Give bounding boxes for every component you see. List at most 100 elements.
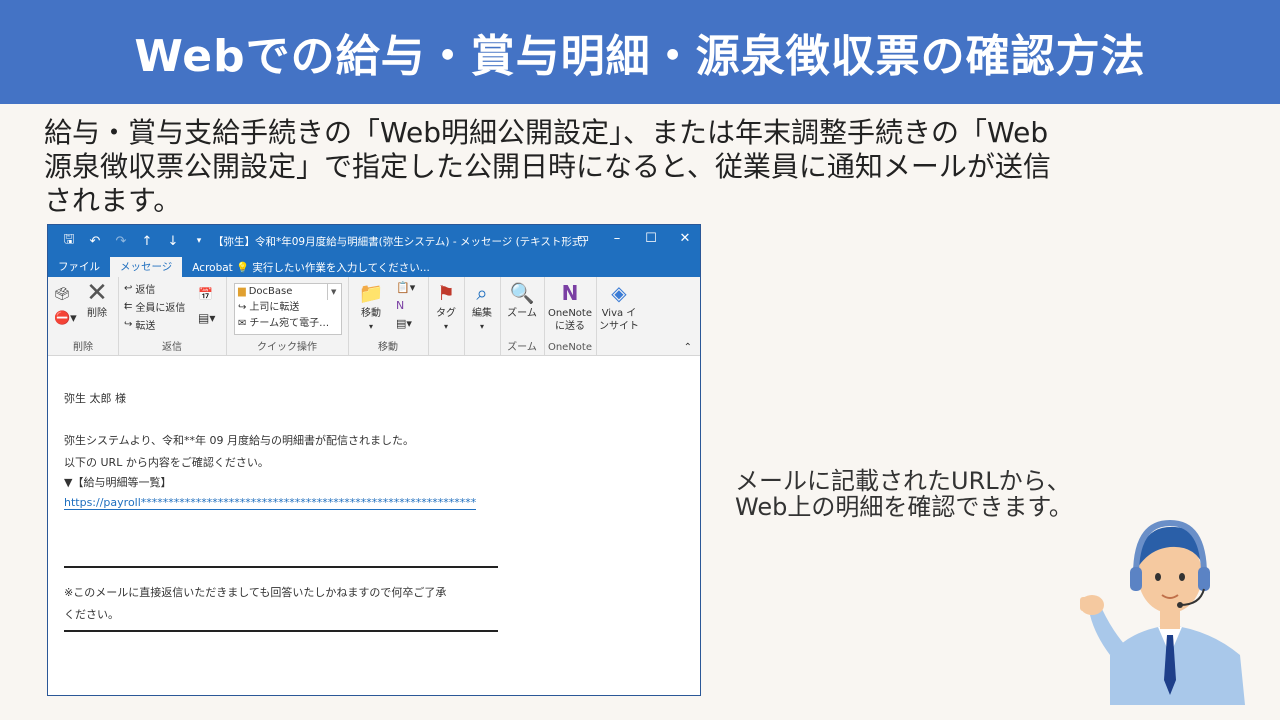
forward-label: 転送 <box>135 321 156 332</box>
delete-label: 削除 <box>87 308 107 319</box>
reply-all-label: 全員に返信 <box>135 303 186 314</box>
tags-group: ⚑ タグ ▾ <box>428 277 465 355</box>
editing-label: 編集 <box>472 308 492 319</box>
message-body: 弥生 太郎 様 弥生システムより、令和**年 09 月度給与の明細書が配信されま… <box>48 356 700 695</box>
onenote-label: OneNote <box>547 308 593 319</box>
send-to-onenote-button[interactable]: N OneNote に送る <box>546 281 594 333</box>
intro-line: されます。 <box>44 184 182 217</box>
viva-label: Viva イ <box>601 308 637 319</box>
reply-all-button[interactable]: ⇇ 全員に返信 <box>124 299 185 314</box>
close-icon[interactable]: ✕ <box>678 231 692 246</box>
zoom-group: 🔍 ズーム ズーム <box>500 277 545 355</box>
quick-step-label: チーム宛て電子… <box>249 318 330 329</box>
more-respond-icon[interactable]: ▤▾ <box>198 311 215 325</box>
delete-icon: ✕ <box>86 278 108 308</box>
folder-icon: ▆ <box>238 286 246 297</box>
collapse-ribbon-icon[interactable]: ⌃ <box>684 342 692 353</box>
url-text: https://payroll*************************… <box>64 496 477 510</box>
quick-step-label: DocBase <box>248 286 293 297</box>
viva-insights-icon: ◈ <box>611 281 627 305</box>
quick-step-forward-boss[interactable]: ↪ 上司に転送 <box>235 300 341 316</box>
delete-button[interactable]: ✕ 削除 <box>80 278 114 320</box>
lightbulb-icon: 💡 <box>236 262 250 274</box>
reply-button[interactable]: ↩ 返信 <box>124 281 155 296</box>
viva-label: ンサイト <box>599 321 639 332</box>
notice-line: ください。 <box>64 608 119 621</box>
zoom-icon: 🔍 <box>509 281 535 305</box>
onenote-group: N OneNote に送る OneNote <box>544 277 597 355</box>
quick-steps-gallery: ▆DocBase ↪上司に転送 ✉チーム宛て電子… ▲▼▾ <box>234 283 342 335</box>
tab-file[interactable]: ファイル <box>48 257 110 277</box>
reply-icon: ↩ <box>124 283 133 294</box>
message-line: 以下の URL から内容をご確認ください。 <box>64 456 269 469</box>
email-icon: ✉ <box>238 318 247 329</box>
forward-icon: ↪ <box>124 319 133 330</box>
maximize-icon[interactable]: ☐ <box>644 231 658 246</box>
zoom-button[interactable]: 🔍 ズーム <box>504 281 540 320</box>
find-icon: ⌕ <box>476 281 488 305</box>
intro-text: 給与・賞与支給手続きの「Web明細公開設定」、または年末調整手続きの「Web 源… <box>44 116 1224 218</box>
group-label: OneNote <box>547 342 593 353</box>
quick-step-label: 上司に転送 <box>249 302 300 313</box>
divider <box>64 630 498 632</box>
viva-insights-button[interactable]: ◈ Viva イ ンサイト <box>598 281 640 333</box>
forward-button[interactable]: ↪ 転送 <box>124 317 155 332</box>
rules-icon[interactable]: 📋▾ <box>396 281 415 294</box>
viva-group: ◈ Viva イ ンサイト <box>596 277 642 355</box>
group-label: ズーム <box>507 342 537 353</box>
ribbon-display-icon[interactable]: ▭ <box>576 231 590 246</box>
outlook-message-window: 🖫 ↶ ↷ ↑ ↓ ▾ 【弥生】令和*年09月度給与明細書(弥生システム) - … <box>47 224 701 696</box>
group-label: 削除 <box>73 342 93 353</box>
caption-line: Web上の明細を確認できます。 <box>735 493 1073 521</box>
onenote-small-icon[interactable]: N <box>396 299 404 312</box>
customize-icon[interactable]: ▾ <box>192 236 206 246</box>
reply-label: 返信 <box>135 285 156 296</box>
quick-step-docbase[interactable]: ▆ DocBase <box>235 284 341 300</box>
payroll-url-link[interactable]: https://payroll*************************… <box>64 496 477 510</box>
gallery-scrollbar[interactable]: ▲▼▾ <box>327 284 341 300</box>
tab-acrobat[interactable]: Acrobat <box>182 260 243 277</box>
up-arrow-icon[interactable]: ↑ <box>140 234 154 249</box>
intro-line: 給与・賞与支給手続きの「Web明細公開設定」、または年末調整手続きの「Web <box>44 116 1049 149</box>
caption: メールに記載されたURLから、 Web上の明細を確認できます。 <box>735 468 1073 520</box>
editing-button[interactable]: ⌕ 編集 ▾ <box>466 281 498 333</box>
quick-steps-group: ▆DocBase ↪上司に転送 ✉チーム宛て電子… ▲▼▾ クイック操作 <box>226 277 349 355</box>
salutation: 弥生 太郎 様 <box>64 392 126 405</box>
tell-me-search[interactable]: 💡 実行したい作業を入力してください... <box>236 260 430 275</box>
caption-line: メールに記載されたURLから、 <box>735 467 1071 495</box>
message-line: ▼【給与明細等一覧】 <box>64 476 172 489</box>
redo-icon[interactable]: ↷ <box>114 234 128 249</box>
meeting-icon[interactable]: 📅 <box>198 287 213 301</box>
support-operator-illustration <box>1080 519 1245 705</box>
intro-line: 源泉徴収票公開設定」で指定した公開日時になると、従業員に通知メールが送信 <box>44 150 1051 183</box>
down-arrow-icon[interactable]: ↓ <box>166 234 180 249</box>
move-label: 移動 <box>361 308 381 319</box>
junk-icon[interactable]: ⛔▾ <box>54 311 77 326</box>
onenote-label: に送る <box>555 321 585 332</box>
respond-group: ↩ 返信 ⇇ 全員に返信 ↪ 転送 📅 ▤▾ 返信 <box>118 277 227 355</box>
tab-message[interactable]: メッセージ <box>110 257 183 277</box>
group-label: 返信 <box>162 342 182 353</box>
tags-button[interactable]: ⚑ タグ ▾ <box>430 281 462 333</box>
tell-me-text: 実行したい作業を入力してください... <box>252 262 430 274</box>
window-titlebar: 🖫 ↶ ↷ ↑ ↓ ▾ 【弥生】令和*年09月度給与明細書(弥生システム) - … <box>48 225 700 257</box>
actions-icon[interactable]: ▤▾ <box>396 317 412 330</box>
group-label: クイック操作 <box>257 342 317 353</box>
quick-access-toolbar: 🖫 ↶ ↷ ↑ ↓ ▾ <box>48 230 206 252</box>
onenote-icon: N <box>561 281 579 305</box>
editing-group: ⌕ 編集 ▾ <box>464 277 501 355</box>
flag-icon: ⚑ <box>437 281 455 305</box>
minimize-icon[interactable]: – <box>610 231 624 246</box>
undo-icon[interactable]: ↶ <box>88 234 102 249</box>
delete-group: 🗳 ⛔▾ ✕ 削除 削除 <box>48 277 119 355</box>
quick-step-team-email[interactable]: ✉ チーム宛て電子… <box>235 316 341 332</box>
window-title: 【弥生】令和*年09月度給与明細書(弥生システム) - メッセージ (テキスト形… <box>213 236 587 248</box>
message-line: 弥生システムより、令和**年 09 月度給与の明細書が配信されました。 <box>64 434 414 447</box>
tags-label: タグ <box>436 308 456 319</box>
ribbon-tabs: ファイル メッセージ Acrobat 💡 実行したい作業を入力してください... <box>48 257 700 277</box>
ignore-icon[interactable]: 🗳 <box>54 287 71 302</box>
move-group: 📁 移動 ▾ 📋▾ N ▤▾ 移動 <box>348 277 429 355</box>
save-icon[interactable]: 🖫 <box>62 230 76 252</box>
move-button[interactable]: 📁 移動 ▾ <box>354 281 388 333</box>
reply-all-icon: ⇇ <box>124 301 133 312</box>
